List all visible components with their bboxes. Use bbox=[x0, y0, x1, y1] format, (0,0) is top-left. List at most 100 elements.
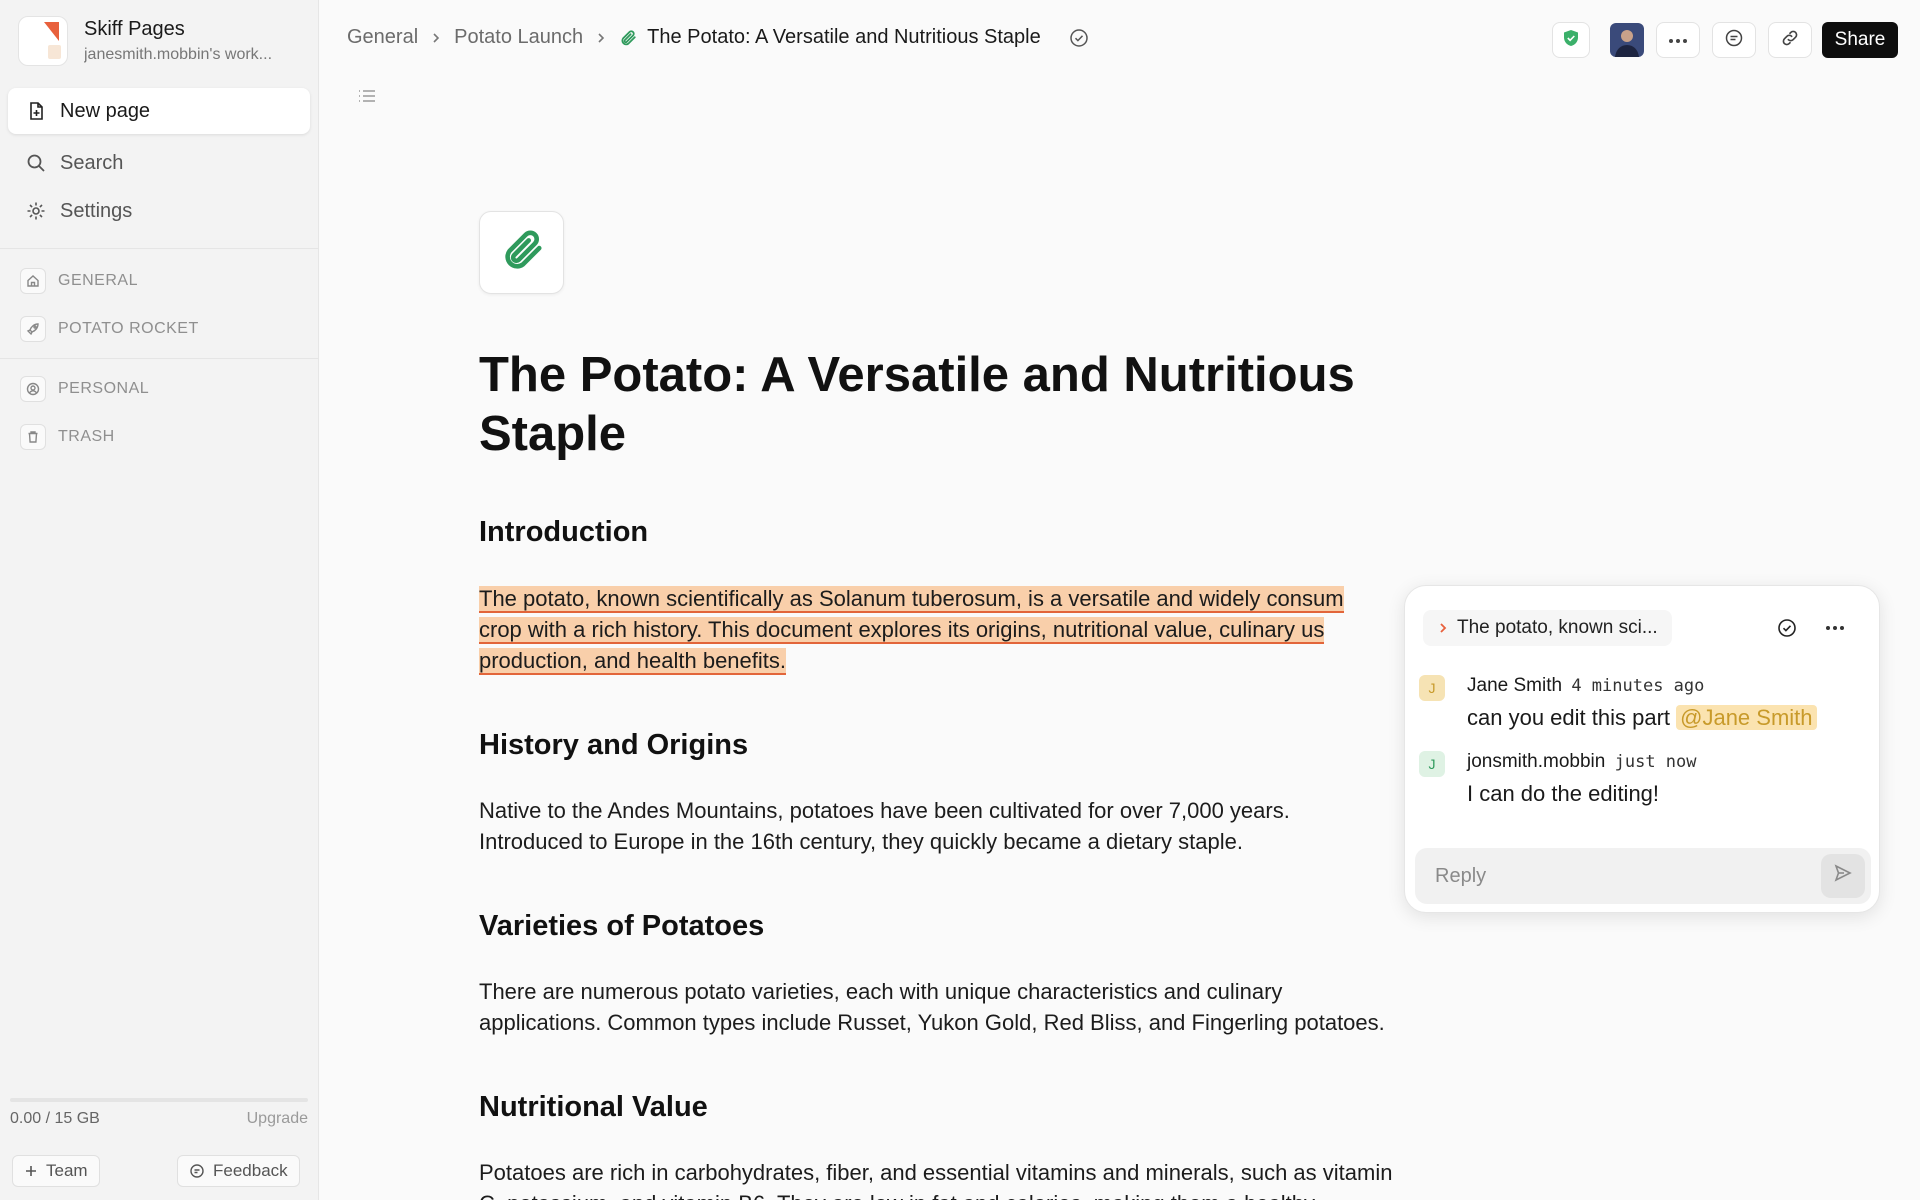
team-button[interactable]: Team bbox=[12, 1155, 100, 1187]
reply-input[interactable]: Reply bbox=[1415, 848, 1871, 904]
share-button[interactable]: Share bbox=[1822, 22, 1898, 58]
comment-body: can you edit this part @Jane Smith bbox=[1467, 705, 1817, 731]
list-icon bbox=[357, 88, 377, 109]
comment-author-line: Jane Smith 4 minutes ago bbox=[1467, 675, 1704, 697]
trash-icon bbox=[20, 424, 46, 450]
chevron-right-icon bbox=[430, 32, 442, 44]
send-icon bbox=[1833, 863, 1853, 889]
highlighted-text[interactable]: production, and health benefits. bbox=[479, 648, 787, 675]
user-circle-icon bbox=[20, 376, 46, 402]
page-icon-paperclip[interactable] bbox=[479, 211, 564, 294]
comment-time: just now bbox=[1614, 752, 1697, 772]
breadcrumb-general[interactable]: General bbox=[347, 26, 418, 49]
upgrade-link[interactable]: Upgrade bbox=[247, 1110, 308, 1128]
user-avatar[interactable] bbox=[1610, 22, 1644, 58]
paragraph-nutritional-value[interactable]: Potatoes are rich in carbohydrates, fibe… bbox=[479, 1157, 1479, 1200]
home-icon bbox=[20, 268, 46, 294]
section-potato-rocket-label: POTATO ROCKET bbox=[58, 320, 199, 337]
section-trash[interactable]: TRASH bbox=[20, 423, 115, 451]
new-page-icon bbox=[26, 101, 46, 121]
team-button-label: Team bbox=[46, 1161, 88, 1180]
heading-introduction[interactable]: Introduction bbox=[479, 516, 648, 549]
comment-thread-chip-label: The potato, known sci... bbox=[1457, 617, 1658, 638]
comment-body: I can do the editing! bbox=[1467, 781, 1659, 807]
paragraph-line: Potatoes are rich in carbohydrates, fibe… bbox=[479, 1160, 1393, 1185]
more-options-button[interactable] bbox=[1656, 22, 1700, 58]
security-shield-button[interactable] bbox=[1552, 22, 1590, 58]
search-icon bbox=[26, 153, 46, 173]
comment: J Jane Smith 4 minutes ago can you edit … bbox=[1419, 675, 1869, 735]
highlighted-text[interactable]: crop with a rich history. This document … bbox=[479, 617, 1325, 644]
storage-bar bbox=[10, 1098, 308, 1102]
heading-nutritional-value[interactable]: Nutritional Value bbox=[479, 1091, 708, 1124]
comment: J jonsmith.mobbin just now I can do the … bbox=[1419, 751, 1869, 811]
new-page-label: New page bbox=[60, 99, 151, 122]
breadcrumb: General Potato Launch The Potato: A Vers… bbox=[347, 26, 1089, 49]
plus-icon bbox=[24, 1164, 38, 1178]
check-circle-icon[interactable] bbox=[1069, 28, 1089, 48]
comment-icon bbox=[1724, 28, 1744, 53]
highlighted-text[interactable]: The potato, known scientifically as Sola… bbox=[479, 586, 1344, 613]
search-label: Search bbox=[60, 151, 124, 174]
workspace-name: Skiff Pages bbox=[84, 18, 185, 40]
comments-button[interactable] bbox=[1712, 22, 1756, 58]
workspace-owner: janesmith.mobbin's work... bbox=[84, 46, 273, 63]
section-trash-label: TRASH bbox=[58, 428, 115, 445]
send-reply-button[interactable] bbox=[1821, 854, 1865, 898]
heading-varieties[interactable]: Varieties of Potatoes bbox=[479, 910, 764, 943]
mention-tag[interactable]: @Jane Smith bbox=[1676, 705, 1817, 730]
storage-usage: 0.00 / 15 GB bbox=[10, 1110, 100, 1127]
link-icon bbox=[1780, 28, 1800, 53]
paragraph-line: C, potassium, and vitamin B6. They are l… bbox=[479, 1191, 1315, 1200]
section-general-label: GENERAL bbox=[58, 272, 138, 289]
section-potato-rocket[interactable]: POTATO ROCKET bbox=[20, 315, 199, 343]
chevron-right-icon bbox=[595, 32, 607, 44]
feedback-button-label: Feedback bbox=[213, 1161, 288, 1180]
copy-link-button[interactable] bbox=[1768, 22, 1812, 58]
paragraph-line: Introduced to Europe in the 16th century… bbox=[479, 829, 1243, 854]
reply-placeholder: Reply bbox=[1435, 864, 1487, 887]
paragraph-line: applications. Common types include Russe… bbox=[479, 1010, 1385, 1035]
heading-history[interactable]: History and Origins bbox=[479, 729, 748, 762]
chevron-right-icon bbox=[1437, 622, 1449, 634]
rocket-icon bbox=[20, 316, 46, 342]
search-button[interactable]: Search bbox=[8, 140, 310, 186]
paragraph-introduction[interactable]: The potato, known scientifically as Sola… bbox=[479, 583, 1479, 676]
avatar: J bbox=[1419, 751, 1445, 777]
shield-icon bbox=[1561, 28, 1581, 53]
comment-author-line: jonsmith.mobbin just now bbox=[1467, 751, 1697, 773]
chat-icon bbox=[189, 1163, 205, 1179]
settings-label: Settings bbox=[60, 199, 133, 222]
paperclip-icon bbox=[499, 227, 545, 278]
avatar bbox=[1610, 23, 1644, 57]
section-personal[interactable]: PERSONAL bbox=[20, 375, 149, 403]
section-personal-label: PERSONAL bbox=[58, 380, 150, 397]
workspace-logo bbox=[18, 16, 68, 66]
table-of-contents-toggle[interactable] bbox=[357, 88, 377, 109]
breadcrumb-potato-launch[interactable]: Potato Launch bbox=[454, 26, 583, 49]
more-horizontal-icon[interactable] bbox=[1825, 618, 1845, 638]
comment-author: Jane Smith bbox=[1467, 675, 1563, 696]
section-general[interactable]: GENERAL bbox=[20, 267, 138, 295]
page-title[interactable]: The Potato: A Versatile and Nutritious S… bbox=[479, 346, 1379, 464]
comment-thread-popup: The potato, known sci... J Jane Smith 4 … bbox=[1404, 585, 1880, 913]
comment-author: jonsmith.mobbin bbox=[1467, 751, 1606, 772]
comment-thread-chip[interactable]: The potato, known sci... bbox=[1423, 610, 1672, 646]
paragraph-history[interactable]: Native to the Andes Mountains, potatoes … bbox=[479, 795, 1479, 857]
divider bbox=[0, 358, 319, 359]
settings-button[interactable]: Settings bbox=[8, 188, 310, 234]
sidebar: Skiff Pages janesmith.mobbin's work... N… bbox=[0, 0, 319, 1200]
paragraph-line: Native to the Andes Mountains, potatoes … bbox=[479, 798, 1290, 823]
comment-text: I can do the editing! bbox=[1467, 781, 1660, 806]
avatar: J bbox=[1419, 675, 1445, 701]
paragraph-line: There are numerous potato varieties, eac… bbox=[479, 979, 1283, 1004]
resolve-thread-icon[interactable] bbox=[1777, 618, 1797, 638]
comment-time: 4 minutes ago bbox=[1571, 676, 1705, 696]
divider bbox=[0, 248, 319, 249]
new-page-button[interactable]: New page bbox=[8, 88, 310, 134]
paperclip-icon bbox=[619, 29, 637, 47]
paragraph-varieties[interactable]: There are numerous potato varieties, eac… bbox=[479, 976, 1479, 1038]
gear-icon bbox=[26, 201, 46, 221]
workspace-switcher[interactable]: Skiff Pages janesmith.mobbin's work... bbox=[18, 16, 304, 66]
feedback-button[interactable]: Feedback bbox=[177, 1155, 300, 1187]
